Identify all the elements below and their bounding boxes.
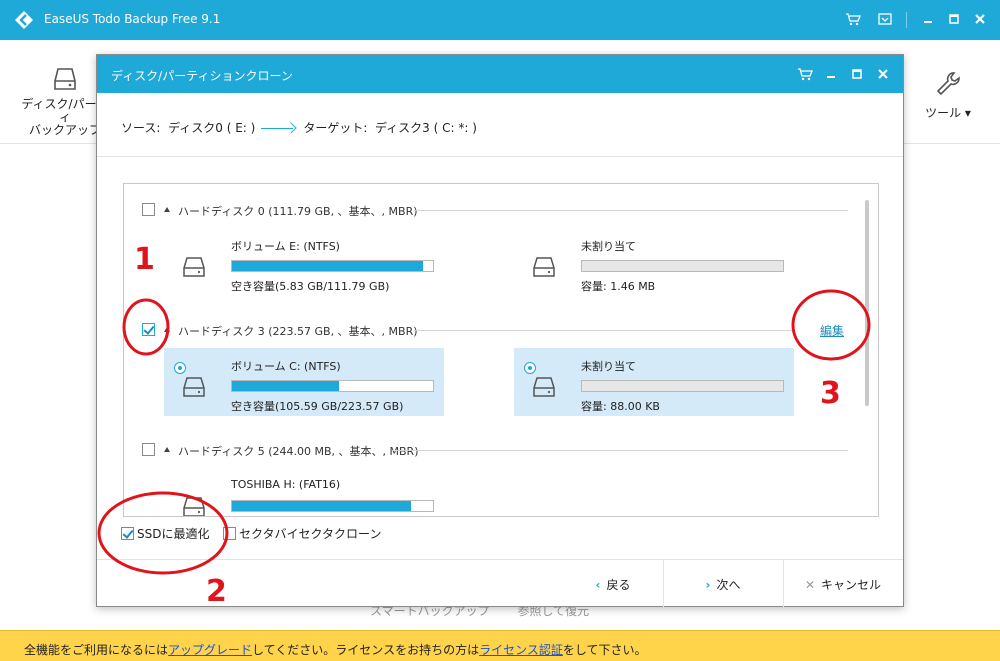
next-button[interactable]: › 次へ (663, 560, 783, 608)
clone-dialog: ディスク/パーティションクローン ソース: ディスク0 ( E: ) ターゲット:… (96, 54, 904, 608)
partition-capacity: 空き容量(5.83 GB/111.79 GB) (231, 280, 390, 293)
usage-bar (231, 260, 434, 272)
selected-radio-icon (174, 362, 186, 374)
disk-header-5[interactable]: ハードディスク 5 (244.00 MB, 、基本、, MBR) (142, 442, 852, 458)
license-activation-link[interactable]: ライセンス認証 (479, 643, 563, 657)
arrow-right-icon (261, 124, 297, 134)
back-label: 戻る (606, 578, 631, 592)
chevron-right-icon: › (705, 578, 711, 592)
hard-disk-icon (183, 497, 205, 516)
license-notice-bar: 全機能をご利用になるにはアップグレードしてください。ライセンスをお持ちの方はライ… (0, 630, 1000, 661)
annotation-number-1: 1 (134, 242, 155, 277)
usage-bar (581, 260, 784, 272)
wrench-icon (936, 72, 960, 96)
usage-bar (231, 380, 434, 392)
partition-name: ボリューム E: (NTFS) (231, 240, 340, 253)
ssd-optimize-label: SSDに最適化 (137, 527, 210, 541)
disk-header-line (392, 450, 848, 451)
disk-header-0[interactable]: ハードディスク 0 (111.79 GB, 、基本、, MBR) (142, 202, 852, 218)
source-value: ディスク0 ( E: ) (168, 121, 256, 135)
disk-header-3[interactable]: ハードディスク 3 (223.57 GB, 、基本、, MBR) (142, 322, 812, 338)
tool-label-line2: バックアップ (28, 123, 101, 137)
partition-name: ボリューム C: (NTFS) (231, 360, 341, 373)
annotation-number-2: 2 (206, 574, 227, 609)
disk-list: ハードディスク 0 (111.79 GB, 、基本、, MBR) ボリューム E… (123, 183, 879, 517)
tools-label: ツール ▾ (925, 106, 971, 120)
target-label: ターゲット: (303, 121, 368, 135)
maximize-icon[interactable] (946, 11, 962, 27)
partition-disk3-unallocated[interactable]: 未割り当て 容量: 88.00 KB (514, 348, 794, 416)
close-icon[interactable] (972, 11, 988, 27)
partition-capacity: 容量: 88.00 KB (581, 400, 660, 413)
ssd-optimize-checkbox[interactable] (121, 527, 134, 540)
partition-disk0-e[interactable]: ボリューム E: (NTFS) 空き容量(5.83 GB/111.79 GB) (164, 228, 444, 296)
hard-disk-icon (183, 257, 205, 277)
annotation-number-3: 3 (820, 376, 841, 411)
target-value: ディスク3 ( C: *: ) (375, 121, 477, 135)
disk-3-label: ハードディスク 3 (223.57 GB, 、基本、, MBR) (178, 325, 418, 338)
source-target-line: ソース: ディスク0 ( E: ) ターゲット: ディスク3 ( C: *: ) (121, 119, 477, 136)
app-title: EaseUS Todo Backup Free 9.1 (44, 12, 221, 26)
notice-suffix: をして下さい。 (562, 643, 647, 657)
notice-middle: してください。ライセンスをお持ちの方は (252, 643, 480, 657)
partition-name: 未割り当て (581, 360, 636, 373)
back-button[interactable]: ‹ 戻る (563, 560, 663, 608)
partition-name: TOSHIBA H: (FAT16) (231, 478, 341, 491)
hard-disk-icon (54, 68, 76, 90)
ssd-optimize-option[interactable]: SSDに最適化 (121, 525, 209, 542)
dialog-maximize-icon[interactable] (849, 66, 865, 82)
sector-by-sector-option[interactable]: セクタバイセクタクローン (223, 525, 381, 542)
partition-capacity: 空き容量(105.59 GB/223.57 GB) (231, 400, 404, 413)
disk-5-checkbox[interactable] (142, 443, 155, 456)
cancel-x-icon: ✕ (804, 578, 816, 592)
upgrade-link[interactable]: アップグレード (168, 643, 252, 657)
notice-prefix: 全機能をご利用になるには (24, 643, 169, 657)
hard-disk-icon (183, 377, 205, 397)
usage-bar-fill (232, 261, 423, 271)
next-label: 次へ (716, 578, 741, 592)
disk-0-label: ハードディスク 0 (111.79 GB, 、基本、, MBR) (178, 205, 418, 218)
dialog-title: ディスク/パーティションクローン (111, 69, 293, 83)
selected-radio-icon (524, 362, 536, 374)
easeus-logo-icon (15, 11, 33, 29)
hard-disk-icon (533, 257, 555, 277)
collapse-triangle-icon[interactable] (164, 207, 170, 212)
usage-bar (231, 500, 434, 512)
tools-menu[interactable]: ツール ▾ (918, 70, 978, 121)
source-label: ソース: (121, 121, 161, 135)
app-titlebar: EaseUS Todo Backup Free 9.1 (0, 0, 1000, 40)
cancel-label: キャンセル (821, 578, 882, 592)
dialog-divider (97, 156, 903, 157)
titlebar-separator (906, 12, 907, 28)
partition-disk3-c[interactable]: ボリューム C: (NTFS) 空き容量(105.59 GB/223.57 GB… (164, 348, 444, 416)
sector-by-sector-label: セクタバイセクタクローン (239, 527, 382, 541)
disk-header-line (414, 210, 848, 211)
cancel-button[interactable]: ✕ キャンセル (783, 560, 903, 608)
disk-0-checkbox[interactable] (142, 203, 155, 216)
partition-disk0-unallocated[interactable]: 未割り当て 容量: 1.46 MB (514, 228, 794, 296)
minimize-icon[interactable] (920, 11, 936, 27)
dialog-close-icon[interactable] (875, 66, 891, 82)
chevron-left-icon: ‹ (595, 578, 601, 592)
dialog-cart-icon[interactable] (797, 66, 813, 82)
edit-link[interactable]: 編集 (820, 322, 844, 339)
collapse-triangle-icon[interactable] (164, 447, 170, 452)
disk-list-scrollbar[interactable] (865, 200, 869, 406)
partition-name: 未割り当て (581, 240, 636, 253)
cart-icon[interactable] (845, 11, 861, 27)
hard-disk-icon (533, 377, 555, 397)
disk-header-line (414, 330, 794, 331)
usage-bar-fill (232, 501, 411, 511)
partition-capacity: 容量: 1.46 MB (581, 280, 656, 293)
partition-disk5-h[interactable]: TOSHIBA H: (FAT16) (164, 468, 444, 516)
sector-by-sector-checkbox[interactable] (223, 527, 236, 540)
collapse-triangle-icon[interactable] (164, 327, 170, 332)
disk-5-label: ハードディスク 5 (244.00 MB, 、基本、, MBR) (178, 445, 419, 458)
dialog-minimize-icon[interactable] (823, 66, 839, 82)
usage-bar (581, 380, 784, 392)
dialog-titlebar: ディスク/パーティションクローン (97, 55, 903, 93)
menu-dropdown-icon[interactable] (877, 11, 893, 27)
disk-3-checkbox[interactable] (142, 323, 155, 336)
usage-bar-fill (232, 381, 339, 391)
